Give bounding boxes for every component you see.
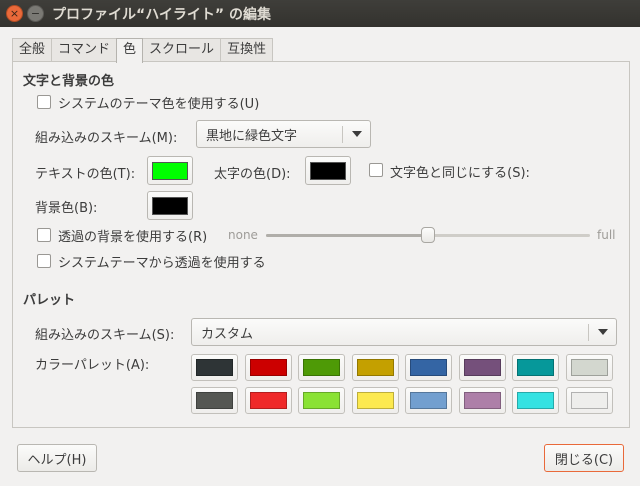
system-transparency-label: システムテーマから透過を使用する — [58, 256, 266, 271]
palette-color-swatch — [410, 392, 447, 409]
palette-color-button[interactable] — [244, 387, 292, 414]
palette-color-button[interactable] — [565, 387, 613, 414]
close-window-icon[interactable]: × — [6, 5, 23, 22]
dropdown-separator — [342, 126, 343, 143]
bg-color-swatch — [152, 196, 188, 215]
palette-color-swatch — [463, 359, 501, 376]
palette-color-swatch — [196, 359, 233, 376]
tab-general[interactable]: 全般 — [12, 38, 53, 62]
text-color-swatch — [152, 161, 188, 180]
palette-color-swatch — [303, 359, 340, 376]
window-title: プロファイル“ハイライト” の編集 — [52, 7, 271, 23]
palette-scheme-dropdown[interactable]: カスタム — [191, 318, 617, 346]
slider-max-label: full — [597, 228, 616, 242]
chevron-down-icon — [598, 329, 608, 335]
tab-bar: 全般 コマンド 色 スクロール 互換性 — [12, 38, 274, 63]
slider-min-label: none — [228, 228, 258, 242]
text-scheme-label: 組み込みのスキーム(M): — [35, 131, 178, 146]
bold-color-button[interactable] — [305, 156, 351, 185]
palette-color-button[interactable] — [512, 354, 559, 381]
palette-color-swatch — [356, 359, 394, 376]
close-button[interactable]: 閉じる(C) — [544, 444, 624, 472]
text-color-button[interactable] — [147, 156, 193, 185]
palette-color-swatch — [463, 392, 501, 409]
palette-color-button[interactable] — [191, 387, 238, 414]
system-transparency-checkbox[interactable] — [37, 254, 51, 268]
palette-color-button[interactable] — [191, 354, 238, 381]
palette-color-button[interactable] — [351, 387, 399, 414]
palette-color-button[interactable] — [351, 354, 399, 381]
bg-color-label: 背景色(B): — [35, 201, 98, 216]
palette-color-button[interactable] — [405, 387, 452, 414]
palette-color-swatch — [517, 392, 554, 409]
bold-color-label: 太字の色(D): — [214, 167, 291, 182]
text-scheme-dropdown[interactable]: 黒地に緑色文字 — [196, 120, 371, 148]
palette-scheme-value: カスタム — [201, 326, 254, 342]
transparency-slider-handle[interactable] — [421, 227, 435, 243]
palette-color-swatch — [303, 392, 340, 409]
bold-color-swatch — [310, 161, 346, 180]
same-as-text-label: 文字色と同じにする(S): — [390, 166, 530, 181]
palette-color-button[interactable] — [405, 354, 452, 381]
palette-color-swatch — [356, 392, 394, 409]
palette-color-button[interactable] — [298, 387, 345, 414]
minimize-window-icon[interactable]: − — [27, 5, 44, 22]
transparent-bg-checkbox[interactable] — [37, 228, 51, 242]
palette-color-button[interactable] — [458, 387, 506, 414]
palette-scheme-label: 組み込みのスキーム(S): — [35, 328, 175, 343]
dropdown-separator — [588, 324, 589, 341]
palette-color-swatch — [570, 392, 608, 409]
text-bg-heading: 文字と背景の色 — [23, 74, 115, 89]
palette-color-swatch — [196, 392, 233, 409]
palette-heading: パレット — [23, 293, 76, 308]
palette-color-button[interactable] — [512, 387, 559, 414]
bg-color-button[interactable] — [147, 191, 193, 220]
tab-compatibility[interactable]: 互換性 — [220, 38, 274, 62]
same-as-text-checkbox[interactable] — [369, 163, 383, 177]
palette-color-swatch — [410, 359, 447, 376]
palette-color-button[interactable] — [244, 354, 292, 381]
tab-scrolling[interactable]: スクロール — [142, 38, 222, 62]
tab-command[interactable]: コマンド — [51, 38, 118, 62]
text-scheme-value: 黒地に緑色文字 — [206, 128, 298, 144]
chevron-down-icon — [352, 131, 362, 137]
use-system-theme-label: システムのテーマ色を使用する(U) — [58, 97, 260, 112]
transparent-bg-label: 透過の背景を使用する(R) — [58, 230, 208, 245]
title-bar: × − プロファイル“ハイライト” の編集 — [0, 0, 640, 27]
palette-color-button[interactable] — [298, 354, 345, 381]
palette-color-swatch — [517, 359, 554, 376]
palette-color-swatch — [249, 392, 287, 409]
colors-panel: 文字と背景の色 システムのテーマ色を使用する(U) 組み込みのスキーム(M): … — [12, 61, 630, 428]
text-color-label: テキストの色(T): — [35, 167, 136, 182]
palette-color-swatch — [249, 359, 287, 376]
palette-color-button[interactable] — [565, 354, 613, 381]
color-palette-label: カラーパレット(A): — [35, 358, 150, 373]
palette-color-swatch — [570, 359, 608, 376]
tab-colors[interactable]: 色 — [116, 38, 144, 63]
transparency-slider-fill — [266, 234, 428, 237]
help-button[interactable]: ヘルプ(H) — [17, 444, 97, 472]
palette-color-button[interactable] — [458, 354, 506, 381]
use-system-theme-checkbox[interactable] — [37, 95, 51, 109]
